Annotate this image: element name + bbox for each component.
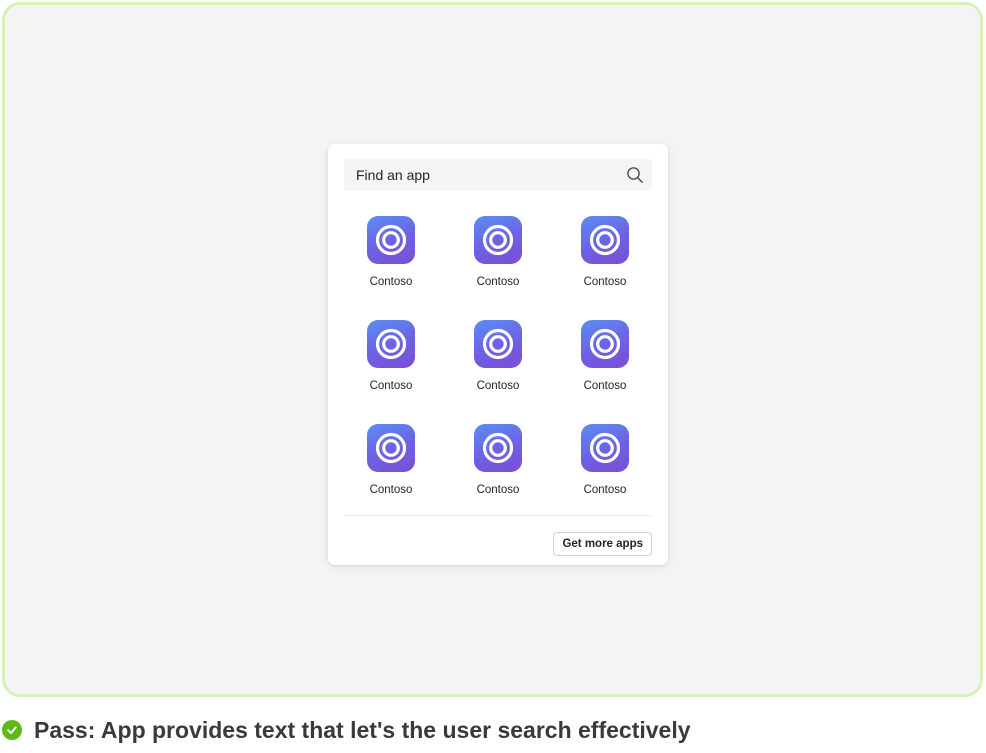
- app-label: Contoso: [476, 380, 520, 392]
- app-tile[interactable]: Contoso: [344, 424, 440, 504]
- result-caption: Pass: App provides text that let's the u…: [2, 716, 691, 744]
- app-label: Contoso: [583, 484, 627, 496]
- search-box[interactable]: [344, 159, 652, 191]
- contoso-app-icon: [367, 424, 415, 472]
- contoso-app-icon: [581, 424, 629, 472]
- contoso-app-icon: [581, 320, 629, 368]
- contoso-app-icon: [474, 424, 522, 472]
- search-icon[interactable]: [626, 166, 644, 184]
- app-tile[interactable]: Contoso: [451, 216, 547, 296]
- app-label: Contoso: [369, 276, 413, 288]
- contoso-app-icon: [581, 216, 629, 264]
- contoso-app-icon: [367, 320, 415, 368]
- app-tile[interactable]: Contoso: [558, 216, 654, 296]
- app-label: Contoso: [476, 484, 520, 496]
- app-tile[interactable]: Contoso: [451, 320, 547, 400]
- app-label: Contoso: [583, 276, 627, 288]
- app-tile[interactable]: Contoso: [558, 424, 654, 504]
- get-more-apps-button[interactable]: Get more apps: [553, 532, 652, 556]
- app-picker-flyout: Contoso Contoso Contoso Contoso: [328, 144, 668, 565]
- app-tile[interactable]: Contoso: [344, 216, 440, 296]
- search-input[interactable]: [344, 159, 614, 191]
- contoso-app-icon: [474, 216, 522, 264]
- app-tile[interactable]: Contoso: [558, 320, 654, 400]
- example-frame: Contoso Contoso Contoso Contoso: [2, 2, 983, 697]
- caption-text: Pass: App provides text that let's the u…: [34, 716, 691, 743]
- app-label: Contoso: [476, 276, 520, 288]
- app-label: Contoso: [583, 380, 627, 392]
- footer-divider: [344, 515, 652, 516]
- contoso-app-icon: [474, 320, 522, 368]
- app-label: Contoso: [369, 484, 413, 496]
- contoso-app-icon: [367, 216, 415, 264]
- check-circle-icon: [2, 720, 22, 740]
- app-tile[interactable]: Contoso: [451, 424, 547, 504]
- app-label: Contoso: [369, 380, 413, 392]
- app-tile[interactable]: Contoso: [344, 320, 440, 400]
